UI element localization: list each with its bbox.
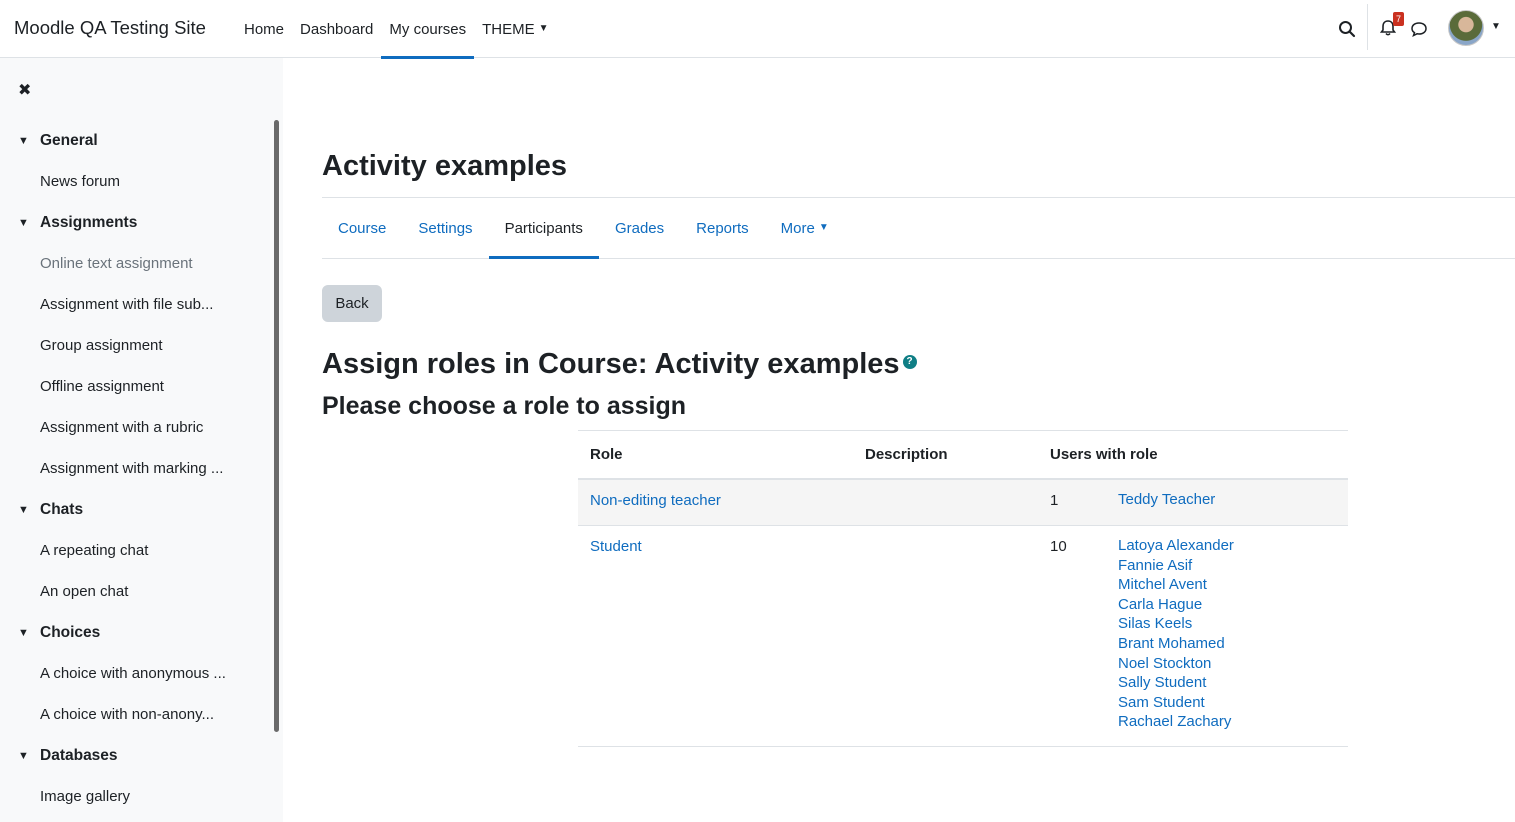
course-index-item[interactable]: Online text assignment xyxy=(0,243,270,284)
chevron-down-icon[interactable]: ▼ xyxy=(18,504,40,516)
course-index: ▼ General News forum ▼ Assignments Online … xyxy=(0,120,270,817)
chevron-down-icon[interactable]: ▼ xyxy=(1491,21,1501,32)
section-assignments[interactable]: ▼ Assignments xyxy=(0,202,270,243)
section-title: Assignments xyxy=(40,213,138,231)
user-link[interactable]: Sam Student xyxy=(1118,694,1205,711)
course-index-item[interactable]: A choice with non-anony... xyxy=(0,694,270,735)
nav-theme[interactable]: THEME ▼ xyxy=(474,0,556,58)
chevron-down-icon: ▼ xyxy=(538,22,549,34)
notification-count-badge: 7 xyxy=(1393,12,1404,26)
role-user-count: 10 xyxy=(1038,525,1106,747)
chevron-down-icon[interactable]: ▼ xyxy=(18,135,40,147)
nav-theme-label: THEME xyxy=(482,20,535,38)
course-index-item[interactable]: A repeating chat xyxy=(0,530,270,571)
section-general[interactable]: ▼ General xyxy=(0,120,270,161)
user-link[interactable]: Noel Stockton xyxy=(1118,655,1211,672)
tab-more-label: More xyxy=(780,219,815,237)
help-icon[interactable]: ? xyxy=(902,355,917,370)
drawer-scrollbar[interactable] xyxy=(274,120,279,732)
role-link-student[interactable]: Student xyxy=(590,538,642,555)
role-user-list: Teddy Teacher xyxy=(1118,489,1336,512)
assign-roles-table: Role Description Users with role Non-edi… xyxy=(578,430,1348,747)
user-link[interactable]: Carla Hague xyxy=(1118,596,1202,613)
top-navbar: Moodle QA Testing Site Home Dashboard My… xyxy=(0,0,1515,59)
user-link[interactable]: Rachael Zachary xyxy=(1118,713,1231,730)
table-row: Non-editing teacher 1 Teddy Teacher xyxy=(578,478,1348,526)
user-link[interactable]: Teddy Teacher xyxy=(1118,491,1215,508)
role-link-non-editing-teacher[interactable]: Non-editing teacher xyxy=(590,492,721,509)
nav-dashboard[interactable]: Dashboard xyxy=(292,0,381,58)
course-index-drawer: ✖ ▼ General News forum ▼ Assignments Onlin… xyxy=(0,58,283,822)
section-title: Chats xyxy=(40,500,84,518)
navbar-divider xyxy=(1367,4,1368,50)
nav-home[interactable]: Home xyxy=(236,0,292,58)
chevron-down-icon[interactable]: ▼ xyxy=(18,750,40,762)
course-index-item[interactable]: Assignment with file sub... xyxy=(0,284,270,325)
choose-role-heading: Please choose a role to assign xyxy=(322,392,687,420)
course-index-item[interactable]: Assignment with marking ... xyxy=(0,448,270,489)
primary-navigation: Home Dashboard My courses THEME ▼ xyxy=(236,0,557,59)
table-row: Student 10 Latoya Alexander Fannie Asif … xyxy=(578,525,1348,747)
tab-participants[interactable]: Participants xyxy=(488,198,600,259)
course-index-item[interactable]: Assignment with a rubric xyxy=(0,407,270,448)
section-title: General xyxy=(40,131,98,149)
chevron-down-icon[interactable]: ▼ xyxy=(18,627,40,639)
column-header-role: Role xyxy=(578,430,853,480)
role-user-count: 1 xyxy=(1038,478,1106,526)
assign-roles-heading-text: Assign roles in Course: Activity example… xyxy=(322,348,900,380)
course-index-item[interactable]: An open chat xyxy=(0,571,270,612)
section-choices[interactable]: ▼ Choices xyxy=(0,612,270,653)
course-index-item[interactable]: A choice with anonymous ... xyxy=(0,653,270,694)
table-header-row: Role Description Users with role xyxy=(578,430,1348,480)
tab-grades[interactable]: Grades xyxy=(599,198,680,258)
main-content: Activity examples Course Settings Partic… xyxy=(322,58,1515,822)
assign-roles-heading: Assign roles in Course: Activity example… xyxy=(322,348,917,381)
chevron-down-icon: ▼ xyxy=(818,221,829,233)
page-title: Activity examples xyxy=(322,150,568,182)
tab-course[interactable]: Course xyxy=(322,198,402,258)
tab-reports[interactable]: Reports xyxy=(680,198,765,258)
user-link[interactable]: Sally Student xyxy=(1118,674,1206,691)
section-chats[interactable]: ▼ Chats xyxy=(0,489,270,530)
section-title: Choices xyxy=(40,623,101,641)
site-name[interactable]: Moodle QA Testing Site xyxy=(14,17,206,39)
user-link[interactable]: Mitchel Avent xyxy=(1118,576,1207,593)
course-index-item[interactable]: Offline assignment xyxy=(0,366,270,407)
column-header-users: Users with role xyxy=(1038,430,1348,480)
role-user-list: Latoya Alexander Fannie Asif Mitchel Ave… xyxy=(1118,535,1336,734)
user-link[interactable]: Fannie Asif xyxy=(1118,557,1192,574)
role-description xyxy=(853,525,1038,747)
user-link[interactable]: Silas Keels xyxy=(1118,615,1192,632)
messages-icon[interactable] xyxy=(1409,19,1429,39)
user-link[interactable]: Brant Mohamed xyxy=(1118,635,1225,652)
close-icon[interactable]: ✖ xyxy=(18,80,31,100)
user-link[interactable]: Latoya Alexander xyxy=(1118,537,1234,554)
course-index-item[interactable]: Group assignment xyxy=(0,325,270,366)
tab-settings[interactable]: Settings xyxy=(402,198,488,258)
user-avatar[interactable] xyxy=(1448,10,1484,46)
course-index-item[interactable]: News forum xyxy=(0,161,270,202)
chevron-down-icon[interactable]: ▼ xyxy=(18,217,40,229)
course-index-item[interactable]: Image gallery xyxy=(0,776,270,817)
search-icon[interactable] xyxy=(1337,19,1357,39)
course-secondary-navigation: Course Settings Participants Grades Repo… xyxy=(322,197,1515,259)
section-title: Databases xyxy=(40,746,118,764)
back-button[interactable]: Back xyxy=(322,285,382,322)
nav-my-courses[interactable]: My courses xyxy=(381,0,474,59)
column-header-description: Description xyxy=(853,430,1038,480)
section-databases[interactable]: ▼ Databases xyxy=(0,735,270,776)
tab-more[interactable]: More ▼ xyxy=(765,198,845,258)
role-description xyxy=(853,478,1038,526)
